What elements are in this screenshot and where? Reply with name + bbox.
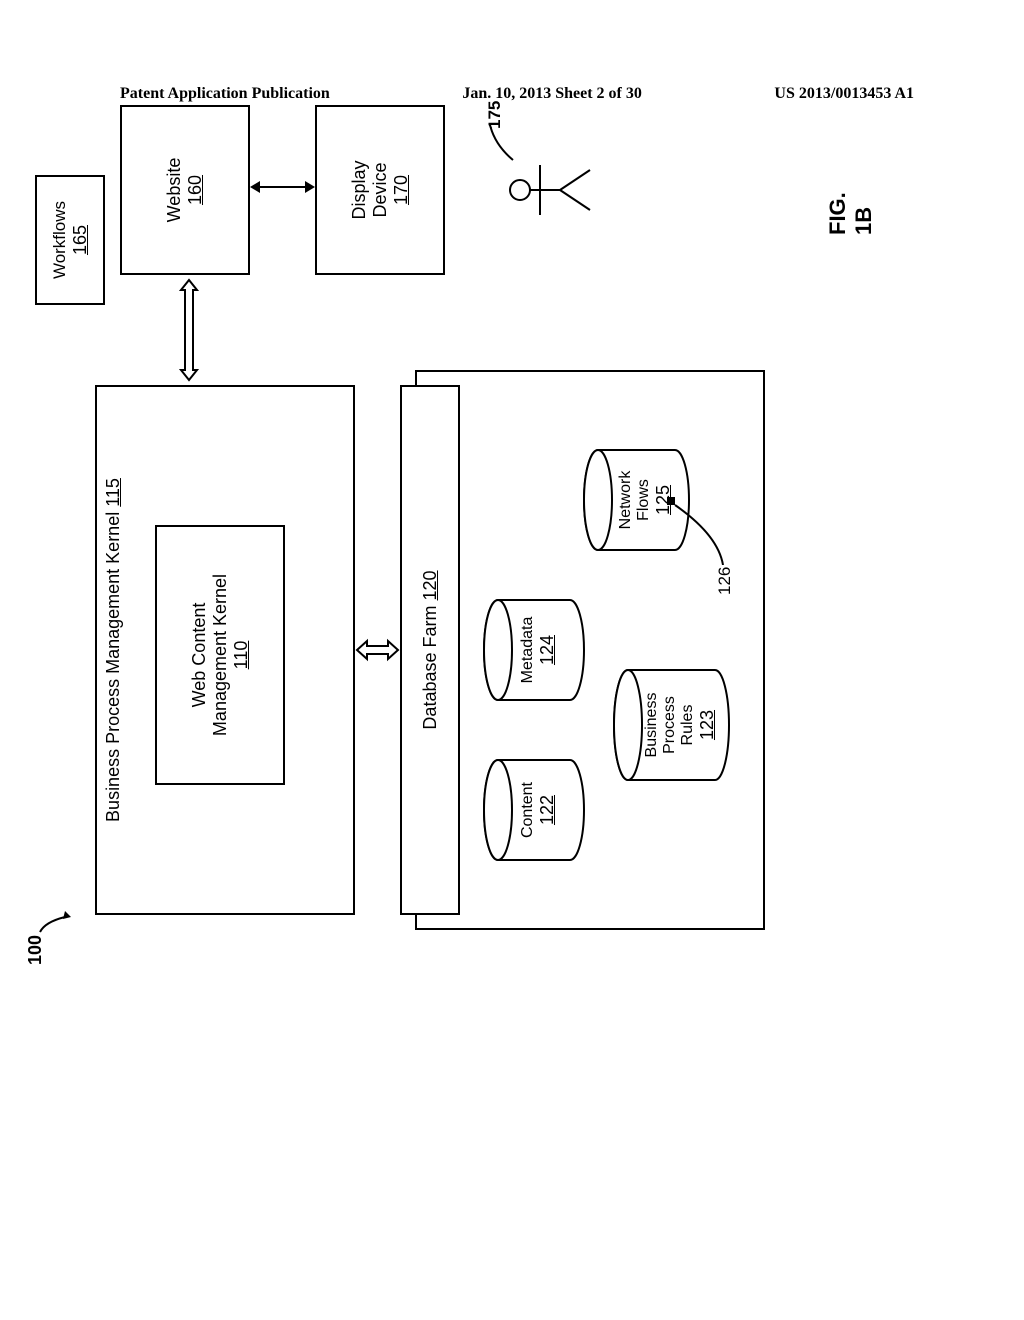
leader-100: [35, 907, 75, 937]
ref-126: 126: [715, 567, 735, 595]
page-header: Patent Application Publication Jan. 10, …: [0, 85, 1024, 103]
website-box: Website 160: [120, 105, 250, 275]
user-icon: [505, 155, 595, 225]
arrow-website-display: [250, 177, 315, 197]
system-ref: 100: [25, 935, 46, 965]
header-right: US 2013/0013453 A1: [774, 85, 914, 103]
diagram: 100 Business Process Management Kernel 1…: [65, 295, 955, 975]
arrow-bpm-db: [355, 635, 400, 665]
cylinder-metadata: Metadata 124: [495, 595, 585, 705]
wcm-kernel-box: Web Content Management Kernel 110: [155, 525, 285, 785]
figure-label: FIG. 1B: [825, 192, 877, 235]
header-left: Patent Application Publication: [120, 85, 330, 103]
workflows-box: Workflows 165: [35, 175, 105, 305]
db-farm-box: Database Farm 120: [400, 385, 460, 915]
ref-175: 175: [485, 101, 505, 129]
db-farm-title: Database Farm 120: [420, 570, 441, 729]
leader-126: [673, 500, 728, 565]
display-device-box: Display Device 170: [315, 105, 445, 275]
cylinder-bpr: Business Process Rules 123: [625, 665, 715, 785]
arrow-bpm-website: [175, 275, 215, 385]
cylinder-content: Content 122: [495, 755, 585, 865]
bpm-title: Business Process Management Kernel 115: [103, 387, 124, 913]
